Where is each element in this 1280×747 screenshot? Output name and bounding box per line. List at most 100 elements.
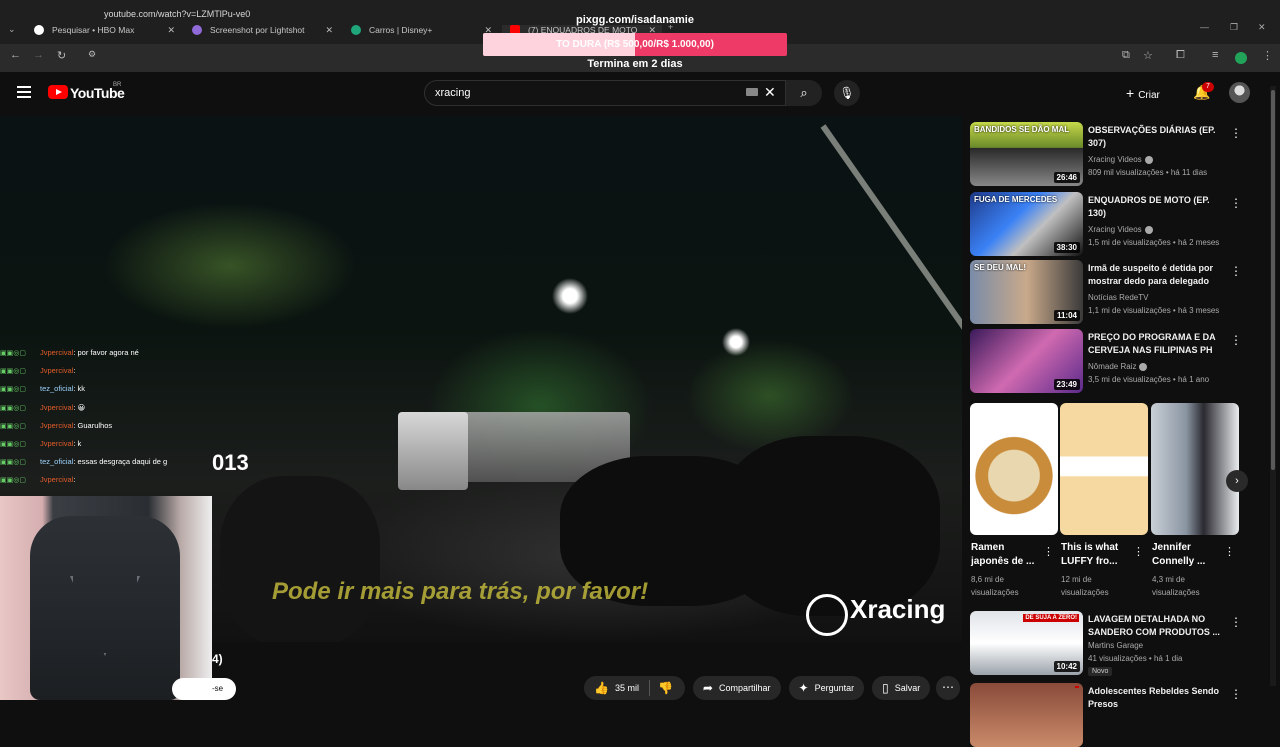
tab-search-icon[interactable]: ⌄ xyxy=(8,24,16,35)
thumbs-down-icon[interactable]: 👎 xyxy=(658,681,673,695)
short-title[interactable]: Ramen japonês de ... xyxy=(971,541,1043,569)
video-thumbnail[interactable] xyxy=(970,683,1083,747)
chat-message: ▣▣◎▢ Jvpercival: Guarulhos xyxy=(0,417,172,435)
video-title[interactable]: ENQUADROS DE MOTO (EP. 130) xyxy=(1088,194,1228,220)
plus-icon: + xyxy=(1126,85,1135,101)
forward-icon[interactable]: → xyxy=(33,49,44,61)
scrollbar-thumb[interactable] xyxy=(1271,90,1275,470)
media-icon[interactable]: ≡ xyxy=(1212,49,1218,61)
video-thumbnail[interactable]: 23:49 xyxy=(970,329,1083,393)
window-close-icon[interactable]: ✕ xyxy=(1258,22,1266,33)
youtube-logo-icon[interactable] xyxy=(48,85,68,99)
bookmark-icon: ▯ xyxy=(882,681,889,695)
channel-name[interactable]: Martins Garage xyxy=(1088,641,1143,650)
motorcycle xyxy=(720,436,940,616)
channel-name[interactable]: Xracing Videos xyxy=(1088,225,1153,234)
recommended-video[interactable]: SE DEU MAL! 11:04 Irmã de suspeito é detid… xyxy=(970,260,1246,324)
video-title[interactable]: OBSERVAÇÕES DIÁRIAS (EP. 307) xyxy=(1088,124,1228,150)
keyboard-icon[interactable] xyxy=(746,88,758,96)
video-menu-icon[interactable]: ⋮ xyxy=(1230,264,1242,278)
recommended-video[interactable]: 23:49 PREÇO DO PROGRAMA E DA CERVEJA NAS … xyxy=(970,329,1246,393)
video-meta: 1,1 mi de visualizações • há 3 meses xyxy=(1088,306,1220,315)
thumbs-up-icon: 👍 xyxy=(594,681,609,695)
profile-icon[interactable] xyxy=(1235,52,1247,64)
sparkle-icon: ✦ xyxy=(798,681,809,695)
recommended-video[interactable]: DE SUJA A ZERO! 10:42 LAVAGEM DETALHADA NO… xyxy=(970,611,1246,676)
bookmark-star-icon[interactable]: ☆ xyxy=(1143,49,1153,62)
back-icon[interactable]: ← xyxy=(10,49,21,61)
share-button[interactable]: ➦ Compartilhar xyxy=(692,676,781,700)
video-actions: 👍 35 mil 👎 ➦ Compartilhar ✦ Perguntar ▯ … xyxy=(584,676,931,700)
url-text: youtube.com/watch?v=LZMTlPu-ve0 xyxy=(104,9,251,19)
channel-name[interactable]: Xracing Videos xyxy=(1088,155,1153,164)
short-title[interactable]: This is what LUFFY fro... xyxy=(1061,541,1133,569)
thumbnail-text xyxy=(1075,686,1079,688)
short-thumbnail[interactable] xyxy=(1151,403,1239,535)
video-title[interactable]: Irmã de suspeito é detida por mostrar de… xyxy=(1088,262,1228,288)
disney-icon xyxy=(351,25,361,35)
shorts-next-button[interactable]: › xyxy=(1226,470,1248,492)
ask-button[interactable]: ✦ Perguntar xyxy=(788,676,865,700)
video-menu-icon[interactable]: ⋮ xyxy=(1230,126,1242,140)
video-thumbnail[interactable]: FUGA DE MERCEDES 38:30 xyxy=(970,192,1083,256)
recommended-video[interactable]: BANDIDOS SE DÃO MAL 26:46 OBSERVAÇÕES DIÁR… xyxy=(970,122,1246,186)
chat-username: Jvpercival xyxy=(40,475,74,485)
search-button[interactable]: ⌕ xyxy=(786,80,822,106)
video-menu-icon[interactable]: ⋮ xyxy=(1230,333,1242,347)
video-menu-icon[interactable]: ⋮ xyxy=(1230,687,1242,701)
short-menu-icon[interactable]: ⋮ xyxy=(1043,545,1054,558)
search-input[interactable]: xracing xyxy=(424,80,786,106)
video-thumbnail[interactable]: DE SUJA A ZERO! 10:42 xyxy=(970,611,1083,675)
reload-icon[interactable]: ↻ xyxy=(57,49,66,62)
save-button[interactable]: ▯ Salvar xyxy=(872,676,931,700)
video-duration: 38:30 xyxy=(1053,242,1080,253)
recommended-video[interactable]: FUGA DE MERCEDES 38:30 ENQUADROS DE MOTO (… xyxy=(970,192,1246,256)
short-thumbnail[interactable] xyxy=(970,403,1058,535)
video-title[interactable]: Adolescentes Rebeldes Sendo Presos xyxy=(1088,685,1228,711)
close-icon[interactable]: ✕ xyxy=(167,25,175,36)
recommended-video[interactable]: Adolescentes Rebeldes Sendo Presos ⋮ xyxy=(970,683,1246,747)
create-label: Criar xyxy=(1138,90,1160,101)
share-icon: ➦ xyxy=(702,681,713,695)
install-icon[interactable]: ⧉ xyxy=(1122,49,1130,62)
create-button[interactable]: + Criar xyxy=(1126,82,1160,104)
subscribe-button[interactable]: -se xyxy=(172,678,236,700)
truck-cab xyxy=(398,412,468,490)
site-info-icon[interactable]: ⚙ xyxy=(88,49,96,60)
verified-icon xyxy=(1139,362,1148,371)
search-value: xracing xyxy=(435,87,471,99)
short-menu-icon[interactable]: ⋮ xyxy=(1224,545,1235,558)
video-title[interactable]: PREÇO DO PROGRAMA E DA CERVEJA NAS FILIP… xyxy=(1088,331,1228,357)
video-menu-icon[interactable]: ⋮ xyxy=(1230,615,1242,629)
maximize-icon[interactable]: ❐ xyxy=(1230,22,1238,33)
like-button[interactable]: 👍 35 mil 👎 xyxy=(584,676,685,700)
chat-username: Jvpercival xyxy=(40,348,74,357)
video-menu-icon[interactable]: ⋮ xyxy=(1230,196,1242,210)
extensions-icon[interactable]: ⧠ xyxy=(1176,49,1185,62)
video-thumbnail[interactable]: SE DEU MAL! 11:04 xyxy=(970,260,1083,324)
voice-search-button[interactable]: 🎙 xyxy=(834,80,860,106)
short-title[interactable]: Jennifer Connelly ... xyxy=(1152,541,1224,569)
short-menu-icon[interactable]: ⋮ xyxy=(1133,545,1144,558)
menu-dots-icon[interactable]: ⋮ xyxy=(1262,49,1273,62)
close-icon[interactable]: ✕ xyxy=(325,25,333,36)
short-views: 4,3 mi de visualizações xyxy=(1152,575,1200,597)
channel-name[interactable]: Notícias RedeTV xyxy=(1088,293,1148,302)
chat-badges-icon: ▣▣◎▢ xyxy=(0,386,26,394)
police-officer xyxy=(220,476,380,642)
clear-search-icon[interactable]: ✕ xyxy=(764,84,776,101)
video-thumbnail[interactable]: BANDIDOS SE DÃO MAL 26:46 xyxy=(970,122,1083,186)
channel-name[interactable]: Nômade Raiz xyxy=(1088,362,1148,371)
chat-text: k xyxy=(77,438,82,448)
minimize-icon[interactable]: — xyxy=(1200,22,1209,32)
short-thumbnail[interactable] xyxy=(1060,403,1148,535)
lightshot-icon xyxy=(192,25,202,35)
search-icon: ⌕ xyxy=(800,85,808,100)
chat-message: ▣▣◎▢ Jvpercival: xyxy=(0,471,172,489)
more-actions-button[interactable]: ⋯ xyxy=(936,676,960,700)
video-title[interactable]: LAVAGEM DETALHADA NO SANDERO COM PRODUTO… xyxy=(1088,613,1228,639)
user-avatar[interactable] xyxy=(1229,82,1250,103)
menu-icon[interactable] xyxy=(17,86,31,101)
chevron-right-icon: › xyxy=(1235,475,1239,487)
video-duration: 23:49 xyxy=(1053,379,1080,390)
